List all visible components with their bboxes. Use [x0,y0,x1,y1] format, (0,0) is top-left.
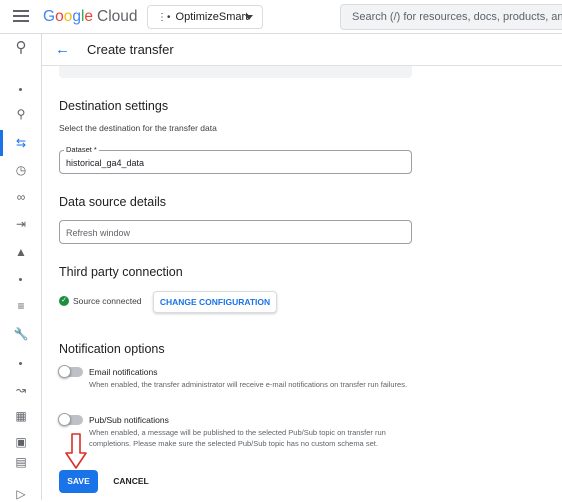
email-notifications-label: Email notifications [89,367,158,377]
pubsub-notifications-toggle[interactable] [58,413,83,426]
refresh-window-field[interactable]: Refresh window [59,220,412,244]
project-name: OptimizeSmart [175,11,249,23]
refresh-window-placeholder: Refresh window [66,228,131,238]
check-circle-icon: ✓ [59,296,69,306]
dataset-value: historical_ga4_data [66,158,145,168]
page-title: Create transfer [87,42,174,57]
side-rail: ⚲ ⚲ ⇆ ◷ ∞ ⇥ ▲ ≡ 🔧 ↝ ▦ ▣ ▤ ▷ [0,34,42,501]
search-icon[interactable]: ⚲ [13,106,29,122]
save-button[interactable]: SAVE [59,470,98,493]
connection-status: ✓ Source connected [59,296,142,306]
active-indicator [0,130,3,156]
google-cloud-logo[interactable]: Google Cloud [43,8,138,26]
cancel-button[interactable]: CANCEL [105,470,157,493]
rail-dot [19,362,22,365]
connection-status-text: Source connected [73,296,142,306]
toggle-knob [58,413,71,426]
back-arrow-icon[interactable]: ← [55,41,70,58]
workflow-icon[interactable]: ▲ [13,244,29,260]
destination-description: Select the destination for the transfer … [59,123,217,133]
pubsub-notifications-description: When enabled, a message will be publishe… [89,428,386,448]
wrench-icon[interactable]: 🔧 [13,326,29,342]
dashboard-icon[interactable]: ▦ [13,408,29,424]
dataset-field[interactable]: Dataset * historical_ga4_data [59,145,412,174]
pubsub-notifications-label: Pub/Sub notifications [89,415,169,425]
storage-icon[interactable]: ▣ [13,434,29,450]
third-party-heading: Third party connection [59,265,183,279]
monitoring-icon[interactable]: ↝ [13,382,29,398]
rail-dot [19,88,22,91]
email-notifications-description: When enabled, the transfer administrator… [89,380,408,389]
notes-icon[interactable]: ▤ [13,454,29,470]
list-icon[interactable]: ≡ [13,298,29,314]
page-header: ← Create transfer [42,34,562,66]
connections-icon[interactable]: ∞ [13,189,29,205]
annotation-arrow-icon [65,433,87,469]
history-icon[interactable]: ◷ [13,162,29,178]
data-source-heading: Data source details [59,195,167,209]
search-input[interactable]: Search (/) for resources, docs, products… [340,4,562,30]
change-configuration-button[interactable]: CHANGE CONFIGURATION [153,291,277,313]
project-selector[interactable]: ⋮• OptimizeSmart [147,5,263,29]
project-dots-icon: ⋮• [157,11,171,23]
top-bar: Google Cloud ⋮• OptimizeSmart Search (/) … [0,0,562,34]
pipeline-icon[interactable]: ⇥ [13,216,29,232]
destination-heading: Destination settings [59,99,169,113]
rail-dot [19,278,22,281]
transfers-icon[interactable]: ⇆ [13,135,29,151]
collapsed-section [59,66,412,78]
menu-icon[interactable] [13,10,29,22]
chevron-down-icon [245,15,253,20]
notification-heading: Notification options [59,342,165,356]
dataset-label: Dataset * [64,145,99,154]
toggle-knob [58,365,71,378]
email-notifications-toggle[interactable] [58,365,83,378]
bigquery-icon[interactable]: ⚲ [13,40,29,56]
